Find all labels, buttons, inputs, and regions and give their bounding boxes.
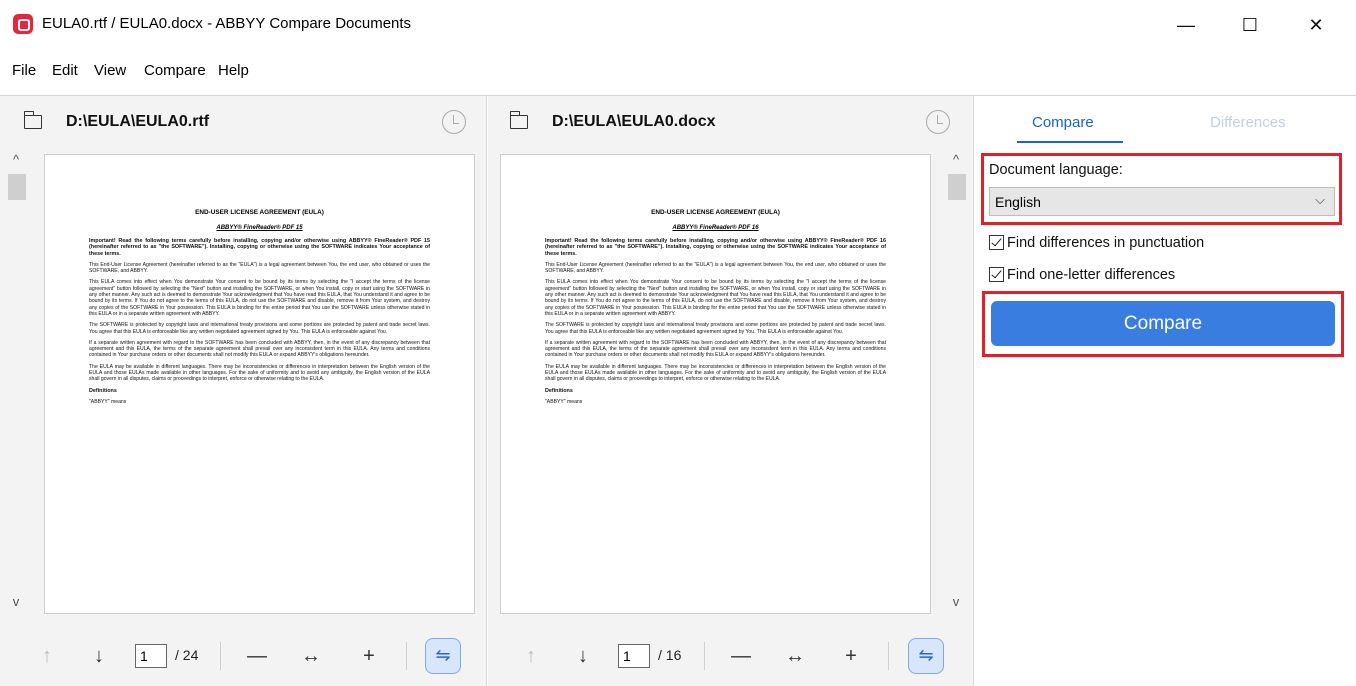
- document-language-label: Document language:: [989, 162, 1123, 178]
- history-icon[interactable]: [926, 110, 950, 134]
- zoom-out-button[interactable]: —: [728, 643, 754, 669]
- doc-paragraph: This EULA comes into effect when You dem…: [545, 279, 886, 317]
- fit-width-button[interactable]: ↔: [782, 643, 808, 669]
- title-bar: EULA0.rtf / EULA0.docx - ABBYY Compare D…: [0, 0, 1356, 50]
- language-value: English: [995, 194, 1041, 210]
- right-scrollbar[interactable]: ^ v: [942, 150, 970, 612]
- doc-paragraph: This End-User License Agreement (hereina…: [545, 261, 886, 275]
- page-number-input[interactable]: 1: [135, 644, 167, 668]
- left-document-pane: D:\EULA\EULA0.rtf ^ v END-USER LICENSE A…: [0, 96, 487, 686]
- right-pane-footer: ↑ ↓ 1 / 16 — ↔ + ⇋: [488, 626, 973, 684]
- right-document-path: D:\EULA\EULA0.docx: [552, 113, 716, 130]
- menu-edit[interactable]: Edit: [52, 62, 78, 79]
- window-title: EULA0.rtf / EULA0.docx - ABBYY Compare D…: [42, 15, 412, 32]
- doc-intro: Important! Read the following terms care…: [89, 238, 430, 257]
- menu-view[interactable]: View: [94, 62, 126, 79]
- left-scrollbar[interactable]: ^ v: [2, 150, 30, 612]
- left-pane-footer: ↑ ↓ 1 / 24 — ↔ + ⇋: [0, 626, 486, 684]
- doc-paragraph: If a separate written agreement with reg…: [89, 339, 430, 359]
- compare-side-panel: Compare Differences Document language: E…: [975, 96, 1356, 686]
- left-pane-header: D:\EULA\EULA0.rtf: [0, 96, 486, 150]
- document-language-select[interactable]: English ⌵: [989, 187, 1335, 216]
- maximize-button[interactable]: ☐: [1230, 10, 1270, 40]
- scroll-down-icon[interactable]: v: [2, 594, 30, 614]
- chevron-down-icon: ⌵: [1315, 192, 1325, 207]
- one-letter-label: Find one-letter differences: [1007, 267, 1176, 283]
- sync-scroll-button[interactable]: ⇋: [425, 638, 461, 674]
- left-document-path: D:\EULA\EULA0.rtf: [66, 113, 210, 130]
- zoom-in-button[interactable]: +: [356, 643, 382, 669]
- right-document-page[interactable]: END-USER LICENSE AGREEMENT (EULA) ABBYY®…: [500, 154, 931, 614]
- menu-file[interactable]: File: [12, 62, 36, 79]
- app-logo-icon: [13, 14, 33, 34]
- zoom-out-button[interactable]: —: [244, 643, 270, 669]
- scroll-up-icon[interactable]: ^: [2, 152, 30, 172]
- compare-button[interactable]: Compare: [991, 301, 1335, 346]
- menu-help[interactable]: Help: [218, 62, 249, 79]
- scroll-thumb[interactable]: [8, 174, 26, 200]
- doc-paragraph: The SOFTWARE is protected by copyright l…: [545, 322, 886, 335]
- doc-subtitle: ABBYY® FineReader® PDF 15: [216, 225, 303, 231]
- next-difference-button[interactable]: ↓: [570, 643, 596, 669]
- doc-paragraph: "ABBYY" means: [545, 398, 583, 405]
- footer-divider: [704, 642, 705, 670]
- punctuation-checkbox[interactable]: [989, 235, 1004, 250]
- tab-compare[interactable]: Compare: [1032, 114, 1094, 131]
- one-letter-option[interactable]: Find one-letter differences: [989, 267, 1175, 283]
- menu-compare[interactable]: Compare: [144, 62, 206, 79]
- doc-paragraph: The SOFTWARE is protected by copyright l…: [89, 322, 430, 335]
- doc-paragraph: If a separate written agreement with reg…: [545, 339, 886, 359]
- next-difference-button[interactable]: ↓: [86, 643, 112, 669]
- doc-paragraph: "ABBYY" means: [89, 398, 127, 405]
- close-button[interactable]: ✕: [1296, 10, 1336, 40]
- fit-width-button[interactable]: ↔: [298, 643, 324, 669]
- doc-title: END-USER LICENSE AGREEMENT (EULA): [651, 209, 780, 216]
- history-icon[interactable]: [442, 110, 466, 134]
- doc-paragraph: This EULA comes into effect when You dem…: [89, 279, 430, 317]
- one-letter-checkbox[interactable]: [989, 267, 1004, 282]
- footer-divider: [888, 642, 889, 670]
- left-document-page[interactable]: END-USER LICENSE AGREEMENT (EULA) ABBYY®…: [44, 154, 475, 614]
- previous-difference-button[interactable]: ↑: [34, 643, 60, 669]
- doc-title: END-USER LICENSE AGREEMENT (EULA): [195, 209, 324, 216]
- right-pane-header: D:\EULA\EULA0.docx: [488, 96, 973, 150]
- zoom-in-button[interactable]: +: [838, 643, 864, 669]
- tab-differences[interactable]: Differences: [1210, 114, 1286, 131]
- doc-heading: Definitions: [89, 387, 117, 394]
- footer-divider: [220, 642, 221, 670]
- doc-intro: Important! Read the following terms care…: [545, 238, 886, 257]
- footer-divider: [406, 642, 407, 670]
- sync-scroll-button[interactable]: ⇋: [908, 638, 944, 674]
- doc-subtitle: ABBYY® FineReader® PDF 16: [672, 225, 759, 231]
- punctuation-label: Find differences in punctuation: [1007, 235, 1205, 251]
- previous-difference-button[interactable]: ↑: [518, 643, 544, 669]
- scroll-up-icon[interactable]: ^: [942, 152, 970, 172]
- doc-paragraph: The EULA may be available in different l…: [89, 363, 430, 383]
- scroll-down-icon[interactable]: v: [942, 594, 970, 614]
- scroll-thumb[interactable]: [948, 174, 966, 200]
- page-number-input[interactable]: 1: [618, 644, 650, 668]
- active-tab-indicator: [1017, 141, 1123, 143]
- right-document-pane: D:\EULA\EULA0.docx END-USER LICENSE AGRE…: [488, 96, 974, 686]
- punctuation-option[interactable]: Find differences in punctuation: [989, 235, 1204, 251]
- doc-paragraph: This End-User License Agreement (hereina…: [89, 261, 430, 275]
- page-total: / 16: [658, 647, 682, 663]
- folder-icon[interactable]: [509, 111, 528, 129]
- doc-paragraph: The EULA may be available in different l…: [545, 363, 886, 383]
- page-total: / 24: [175, 647, 199, 663]
- folder-icon[interactable]: [23, 111, 42, 129]
- minimize-button[interactable]: —: [1166, 10, 1206, 40]
- menu-bar: File Edit View Compare Help: [0, 50, 1356, 90]
- doc-heading: Definitions: [545, 387, 573, 394]
